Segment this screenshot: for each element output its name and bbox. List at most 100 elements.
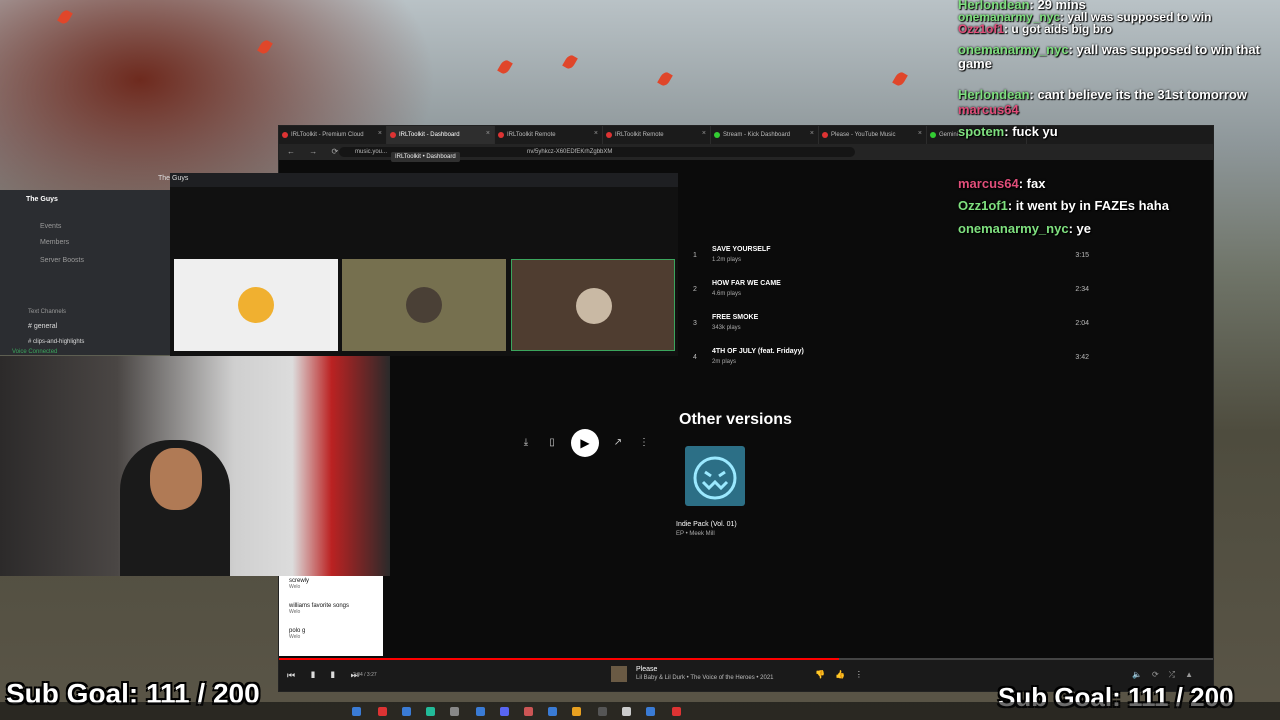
track-row[interactable]: 3 FREE SMOKE 343k plays 2:04 [679,312,1089,346]
track-number: 2 [693,286,697,293]
taskbar-app-icon[interactable] [352,707,361,716]
now-playing-title[interactable]: Please [636,666,657,673]
close-icon[interactable]: × [594,130,598,137]
now-playing-artist[interactable]: Lil Baby & Lil Durk • The Voice of the H… [636,675,774,681]
chat-line: Ozz1of1: u got aids big bro [958,22,1113,36]
album-art-graphic [693,456,737,500]
close-icon[interactable]: × [486,130,490,137]
track-title[interactable]: 4TH OF JULY (feat. Fridayy) [712,348,804,355]
favicon-icon [714,132,720,138]
tab-label: IRLToolkit Remote [507,132,556,138]
discord-item-members[interactable]: Members [40,239,69,246]
track-list: 1 SAVE YOURSELF 1.2m plays 3:15 2 HOW FA… [679,244,1089,380]
chat-line: onemanarmy_nyc: ye [958,221,1091,236]
track-duration: 2:34 [1075,286,1089,293]
nav-buttons-icon[interactable]: ← → ⟳ [287,147,344,156]
taskbar-app-icon[interactable] [572,707,581,716]
track-duration: 2:04 [1075,320,1089,327]
close-icon[interactable]: × [378,130,382,137]
channel-clips[interactable]: # clips-and-highlights [28,339,84,345]
taskbar-app-icon[interactable] [622,707,631,716]
queue-item[interactable]: williams favorite songs Welo [279,599,383,624]
channel-clips-label: clips-and-highlights [33,339,85,345]
chat-text: it went by in FAZEs haha [1015,198,1169,213]
taskbar-app-icon[interactable] [548,707,557,716]
taskbar-app-icon[interactable] [598,707,607,716]
chat-overlay: Herlondean: 29 mins onemanarmy_nyc: yall… [958,0,1280,240]
tab-label: IRLToolkit Remote [615,132,664,138]
tab-remote-1[interactable]: IRLToolkit Remote × [495,126,603,144]
taskbar-app-icon[interactable] [524,707,533,716]
call-participant-tile[interactable] [342,259,506,351]
more-icon[interactable]: ⋮ [637,436,651,450]
track-duration: 3:42 [1075,354,1089,361]
track-number: 3 [693,320,697,327]
taskbar-app-icon[interactable] [378,707,387,716]
track-title[interactable]: FREE SMOKE [712,314,758,321]
server-name[interactable]: The Guys [26,196,58,203]
chat-user: spotem [958,124,1005,139]
share-icon[interactable]: ↗ [611,436,625,450]
chat-text: fax [1026,176,1046,191]
queue-panel: screwly Welo williams favorite songs Welo … [279,574,383,656]
track-row[interactable]: 4 4TH OF JULY (feat. Fridayy) 2m plays 3… [679,346,1089,380]
tab-kick-dashboard[interactable]: Stream - Kick Dashboard × [711,126,819,144]
chat-line: marcus64: fax [958,176,1046,191]
taskbar-app-icon[interactable] [646,707,655,716]
discord-item-boosts[interactable]: Server Boosts [40,257,84,264]
tab-premium-cloud[interactable]: IRLToolkit - Premium Cloud × [279,126,387,144]
queue-item[interactable]: polo g Welo [279,624,383,649]
discord-item-events[interactable]: Events [40,223,61,230]
track-plays: 2m plays [712,359,737,365]
tab-dashboard[interactable]: IRLToolkit - Dashboard × [387,126,495,144]
taskbar-app-icon[interactable] [450,707,459,716]
taskbar-app-icon[interactable] [500,707,509,716]
favicon-icon [822,132,828,138]
volume-repeat-shuffle-icon[interactable]: 🔈⟳⤮▲ [1132,670,1203,680]
text-channels-heading: Text Channels [28,309,67,315]
chat-user: Ozz1of1 [958,22,1005,36]
track-title[interactable]: SAVE YOURSELF [712,246,770,253]
url-text: music.you... [355,149,388,155]
taskbar-app-icon[interactable] [402,707,411,716]
avatar [576,288,612,324]
track-duration: 3:15 [1075,252,1089,259]
favicon-icon [390,132,396,138]
chat-text: fuck yu [1012,124,1058,139]
album-title[interactable]: Indie Pack (Vol. 01) [676,521,737,528]
other-versions-heading: Other versions [679,411,792,428]
tab-label: Stream - Kick Dashboard [723,132,791,138]
call-participant-tile[interactable] [174,259,338,351]
track-title[interactable]: HOW FAR WE CAME [712,280,781,287]
favicon-icon [606,132,612,138]
playback-time: 2:04 / 3:27 [353,672,377,678]
taskbar-app-icon[interactable] [476,707,485,716]
favicon-icon [282,132,288,138]
track-plays: 4.6m plays [712,291,742,297]
album-subtitle: EP • Meek Mill [676,531,715,537]
taskbar-app-icon[interactable] [672,707,681,716]
like-dislike-icon[interactable]: 👎👍⋮ [815,670,873,679]
track-row[interactable]: 2 HOW FAR WE CAME 4.6m plays 2:34 [679,278,1089,312]
call-participant-tile[interactable] [511,259,675,351]
close-icon[interactable]: × [702,130,706,137]
queue-item[interactable]: screwly Welo [279,574,383,599]
album-art[interactable] [685,446,745,506]
progress-bar[interactable] [279,658,1213,660]
chat-line: spotem: fuck yu [958,124,1058,139]
close-icon[interactable]: × [918,130,922,137]
tab-youtube-music[interactable]: Please - YouTube Music × [819,126,927,144]
download-icon[interactable]: ⤓ [519,436,533,450]
taskbar-app-icon[interactable] [426,707,435,716]
channel-general[interactable]: # general [28,323,57,330]
chat-user: marcus64 [958,102,1019,117]
track-row[interactable]: 1 SAVE YOURSELF 1.2m plays 3:15 [679,244,1089,278]
save-icon[interactable]: ▯ [545,436,559,450]
taskbar [0,702,1280,720]
chat-text: cant believe its the 31st tomorrow [1037,87,1247,102]
close-icon[interactable]: × [810,130,814,137]
play-button[interactable]: ▶ [571,429,599,457]
now-playing-thumbnail[interactable] [611,666,627,682]
favicon-icon [930,132,936,138]
tab-remote-2[interactable]: IRLToolkit Remote × [603,126,711,144]
